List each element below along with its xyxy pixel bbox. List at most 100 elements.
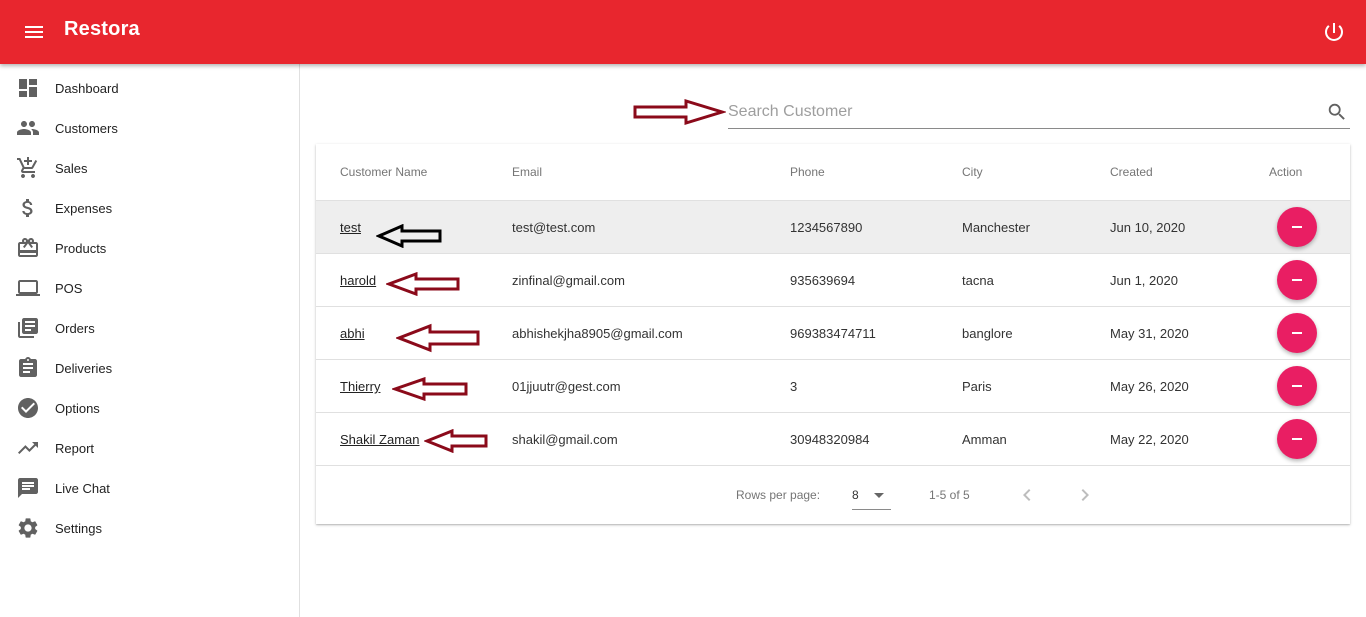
next-page-icon[interactable] [1073,483,1097,507]
customer-email: shakil@gmail.com [512,432,618,447]
laptop-icon [16,280,40,296]
annotation-arrow-left [386,272,460,296]
column-header-created[interactable]: Created [1110,165,1153,179]
customer-phone: 935639694 [790,273,856,288]
sidebar-item-live-chat[interactable]: Live Chat [0,468,299,508]
customer-email: test@test.com [512,220,596,235]
customer-city: Paris [962,379,992,394]
table-row[interactable]: Thierry 01jjuutr@gest.com 3 Paris May 26… [316,360,1350,413]
customer-created: May 26, 2020 [1110,379,1189,394]
hamburger-menu-icon[interactable] [22,20,46,44]
rows-per-page-value: 8 [852,488,859,502]
annotation-arrow-right [633,98,726,126]
sidebar-item-label: Settings [55,521,102,536]
sidebar-item-label: Dashboard [55,81,119,96]
sidebar-item-customers[interactable]: Customers [0,108,299,148]
search-field [728,97,1350,129]
power-icon[interactable] [1322,20,1346,44]
customer-phone: 1234567890 [790,220,863,235]
sidebar-item-label: Sales [55,161,88,176]
search-input[interactable] [728,97,1318,127]
table-header-row: Customer Name Email Phone City Created A… [316,144,1350,201]
delete-button[interactable] [1277,260,1317,300]
sidebar-item-label: Deliveries [55,361,113,376]
annotation-arrow-left [392,377,468,401]
sidebar-item-label: Orders [55,321,95,336]
table-row[interactable]: test test@test.com 1234567890 Manchester… [316,201,1350,254]
dashboard-icon [19,79,37,97]
customer-name-link[interactable]: test [340,220,361,235]
table-pagination: Rows per page: 8 1-5 of 5 [316,466,1350,524]
sidebar-item-label: POS [55,281,83,296]
check-circle-icon [18,398,38,418]
delete-button[interactable] [1277,313,1317,353]
annotation-arrow-left [396,323,480,353]
add-shopping-cart-icon [17,157,38,178]
sidebar-item-products[interactable]: Products [0,228,299,268]
customer-email: zinfinal@gmail.com [512,273,625,288]
column-header-phone[interactable]: Phone [790,165,825,179]
sidebar-item-report[interactable]: Report [0,428,299,468]
chat-icon [18,478,38,498]
rows-per-page-label: Rows per page: [736,488,821,502]
customer-name-link[interactable]: harold [340,273,376,288]
customer-email: 01jjuutr@gest.com [512,379,621,394]
sidebar: Dashboard Customers Sales Expenses Produ… [0,64,300,617]
column-header-email[interactable]: Email [512,165,542,179]
customer-created: Jun 10, 2020 [1110,220,1186,235]
search-icon[interactable] [1326,101,1348,123]
delete-button[interactable] [1277,419,1317,459]
remove-icon [1292,438,1302,440]
dropdown-caret-icon [874,493,884,498]
sidebar-item-label: Report [55,441,95,456]
sidebar-item-settings[interactable]: Settings [0,508,299,548]
customer-created: May 22, 2020 [1110,432,1189,447]
column-header-action: Action [1269,165,1303,179]
gift-card-icon [18,238,38,257]
customer-name-link[interactable]: abhi [340,326,365,341]
gear-icon [18,518,38,538]
sidebar-item-orders[interactable]: Orders [0,308,299,348]
previous-page-icon[interactable] [1015,483,1039,507]
people-icon [17,121,39,135]
remove-icon [1292,385,1302,387]
sidebar-item-expenses[interactable]: Expenses [0,188,299,228]
customer-phone: 3 [790,379,798,394]
remove-icon [1292,332,1302,334]
sidebar-item-label: Options [55,401,100,416]
sidebar-item-sales[interactable]: Sales [0,148,299,188]
sidebar-item-dashboard[interactable]: Dashboard [0,68,299,108]
app-title: Restora [64,18,140,40]
sidebar-item-label: Expenses [55,201,113,216]
rows-per-page-select[interactable]: 8 [852,480,891,510]
dollar-icon [22,199,33,217]
table-row[interactable]: harold zinfinal@gmail.com 935639694 tacn… [316,254,1350,307]
delete-button[interactable] [1277,207,1317,247]
remove-icon [1292,279,1302,281]
annotation-arrow-left [376,224,442,248]
customer-created: May 31, 2020 [1110,326,1189,341]
customer-city: tacna [962,273,994,288]
customer-created: Jun 1, 2020 [1110,273,1178,288]
library-books-icon [18,318,38,338]
customer-name-link[interactable]: Thierry [340,379,380,394]
customer-city: Manchester [962,220,1030,235]
clipboard-icon [19,357,37,377]
customer-email: abhishekjha8905@gmail.com [512,326,683,341]
sidebar-item-pos[interactable]: POS [0,268,299,308]
customer-name-link[interactable]: Shakil Zaman [340,432,419,447]
customer-phone: 969383474711 [790,326,876,341]
sidebar-item-label: Products [55,241,107,256]
sidebar-item-label: Customers [55,121,118,136]
delete-button[interactable] [1277,366,1317,406]
column-header-city[interactable]: City [962,165,983,179]
sidebar-item-deliveries[interactable]: Deliveries [0,348,299,388]
customer-city: Amman [962,432,1007,447]
sidebar-item-options[interactable]: Options [0,388,299,428]
app-bar: Restora [0,0,1366,64]
pagination-range: 1-5 of 5 [929,488,970,502]
column-header-name[interactable]: Customer Name [340,165,427,179]
sidebar-item-label: Live Chat [55,481,110,496]
remove-icon [1292,226,1302,228]
trending-up-icon [18,442,38,454]
